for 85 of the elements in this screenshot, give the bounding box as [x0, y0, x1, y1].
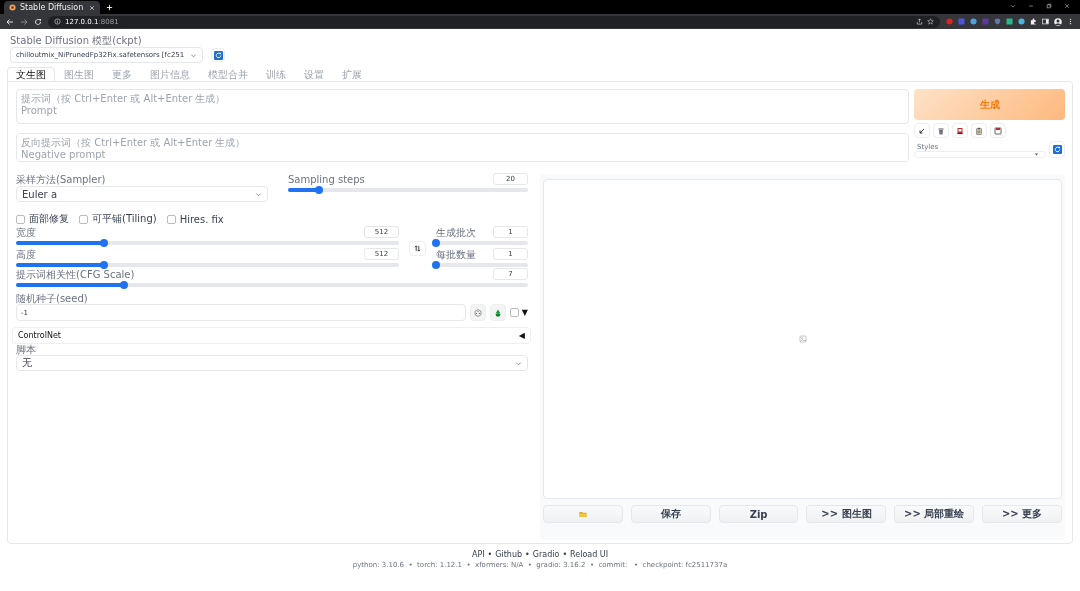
chevron-down-icon — [190, 51, 198, 59]
menu-icon[interactable] — [1067, 18, 1074, 25]
footer-link[interactable]: Github — [495, 550, 523, 559]
folder-icon — [578, 510, 587, 518]
field-label: 随机种子(seed) — [16, 293, 89, 304]
chevron-down-icon — [255, 190, 262, 198]
slider-thumb[interactable] — [315, 186, 324, 194]
checkbox[interactable] — [166, 214, 176, 224]
checkbox-label: 面部修复 — [29, 212, 69, 226]
slider-label: 宽度 — [16, 227, 36, 238]
script-dropdown[interactable]: 无 — [16, 355, 528, 371]
trash-button[interactable] — [933, 123, 949, 138]
recycle-button[interactable] — [489, 304, 506, 321]
accordion-title: ControlNet — [18, 331, 61, 340]
footer-link[interactable]: Gradio — [532, 550, 560, 559]
slider-label: 每批数量 — [436, 249, 476, 260]
slider-label: 高度 — [16, 249, 36, 260]
avatar-icon[interactable] — [1054, 17, 1062, 26]
output-button[interactable]: >> 更多 — [982, 505, 1062, 523]
arrow-icon — [918, 126, 926, 135]
slider-thumb[interactable] — [100, 261, 109, 269]
caret-icon — [1034, 152, 1039, 157]
swap-button[interactable] — [409, 240, 426, 256]
slider-label: 提示词相关性(CFG Scale) — [16, 269, 135, 280]
separator: • — [562, 550, 568, 559]
sampler-dropdown[interactable]: Euler a — [16, 186, 268, 202]
output-button[interactable]: 保存 — [630, 505, 711, 523]
negative-prompt-field[interactable]: 反向提示词（按 Ctrl+Enter 或 Alt+Enter 生成） Negative prompt — [16, 133, 909, 162]
dice-icon — [473, 308, 482, 317]
refresh-icon[interactable] — [1052, 145, 1062, 154]
slider-thumb[interactable] — [100, 239, 109, 247]
slider-label: 生成批次 — [436, 227, 476, 238]
chevron-down-icon — [515, 359, 522, 367]
dropdown-toggle[interactable]: ▼ — [521, 308, 528, 317]
checkbox[interactable] — [79, 214, 88, 224]
restore-icon[interactable] — [1046, 3, 1052, 9]
checkbox-label: Hires. fix — [179, 213, 224, 225]
output-button[interactable]: >> 图生图 — [806, 505, 887, 523]
share-icon[interactable] — [916, 18, 923, 25]
checkbox-label: 可平铺(Tiling) — [92, 212, 157, 226]
save-icon — [994, 126, 1002, 135]
browser-tab[interactable]: Stable Diffusion — [4, 1, 100, 14]
separator: • — [487, 550, 493, 559]
info-icon — [54, 18, 61, 25]
image-icon — [798, 335, 807, 343]
checkbox[interactable] — [509, 308, 519, 317]
sidebar-icon[interactable] — [1042, 18, 1049, 25]
footer-link[interactable]: Reload UI — [570, 550, 609, 559]
book-button[interactable] — [952, 123, 968, 138]
arrow-button[interactable] — [914, 123, 930, 138]
puzzle-icon[interactable] — [1030, 18, 1037, 25]
tab[interactable]: 文生图 — [7, 67, 55, 81]
prompt-field[interactable]: 提示词（按 Ctrl+Enter 或 Alt+Enter 生成） Prompt — [16, 89, 909, 124]
clipboard-icon — [975, 126, 983, 135]
footer-link[interactable]: API — [471, 550, 485, 559]
slider-thumb[interactable] — [432, 239, 440, 247]
clipboard-button[interactable] — [971, 123, 987, 138]
close-icon[interactable] — [89, 4, 95, 11]
close-icon[interactable] — [1064, 3, 1070, 9]
field-label: 脚本 — [16, 344, 37, 355]
slider-thumb[interactable] — [432, 261, 440, 269]
plus-icon[interactable] — [106, 3, 113, 11]
checkbox[interactable] — [16, 214, 25, 224]
star-icon[interactable] — [927, 18, 934, 25]
dice-button[interactable] — [469, 304, 486, 321]
slider-thumb[interactable] — [119, 281, 128, 289]
trash-icon — [937, 126, 945, 135]
separator: • — [525, 550, 530, 559]
field-label: Stable Diffusion 模型(ckpt) — [10, 35, 143, 46]
book-icon — [956, 126, 964, 135]
back-icon[interactable] — [6, 17, 14, 26]
output-button[interactable]: Zip — [718, 505, 799, 523]
forward-icon[interactable] — [20, 17, 28, 26]
reload-icon[interactable] — [34, 17, 42, 26]
chevron-down-icon[interactable] — [1010, 3, 1016, 9]
output-button[interactable]: >> 局部重绘 — [894, 505, 975, 523]
field-label: 采样方法(Sampler) — [16, 174, 107, 185]
slider-label: Sampling steps — [288, 174, 365, 185]
refresh-button[interactable] — [1049, 141, 1065, 158]
logo-icon — [9, 4, 16, 11]
accordion-header[interactable]: ControlNet ◀ — [12, 327, 531, 344]
swap-arrows-icon — [414, 244, 421, 252]
save-button[interactable] — [990, 123, 1006, 138]
collapse-toggle[interactable]: ◀ — [518, 331, 525, 340]
recycle-icon — [493, 308, 502, 317]
